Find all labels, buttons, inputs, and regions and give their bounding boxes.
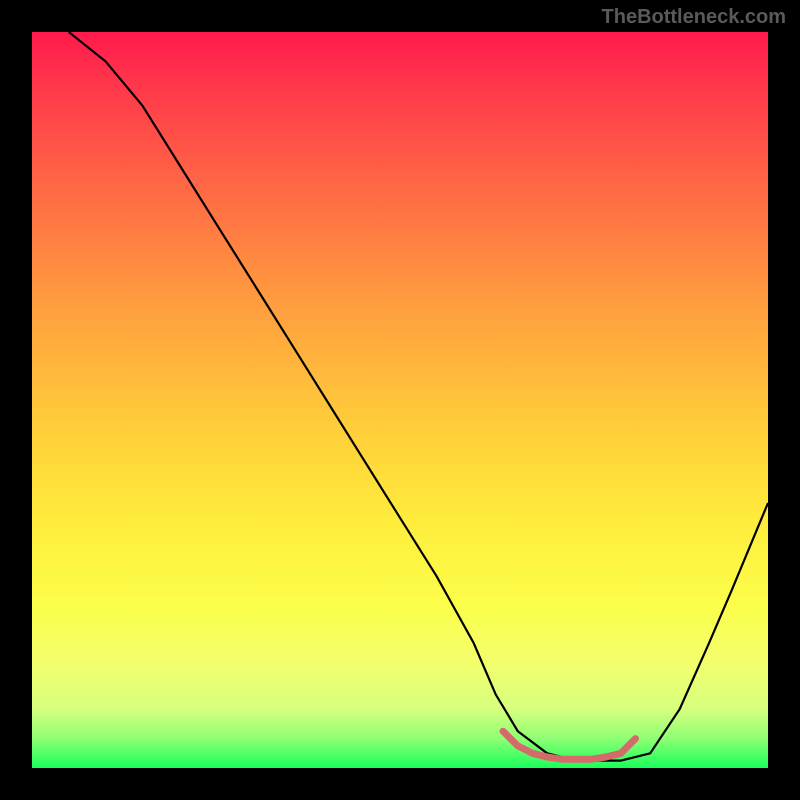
bottleneck-curve-path [69,32,768,761]
watermark-text: TheBottleneck.com [602,6,786,29]
chart-plot-area [32,32,768,768]
chart-svg [32,32,768,768]
